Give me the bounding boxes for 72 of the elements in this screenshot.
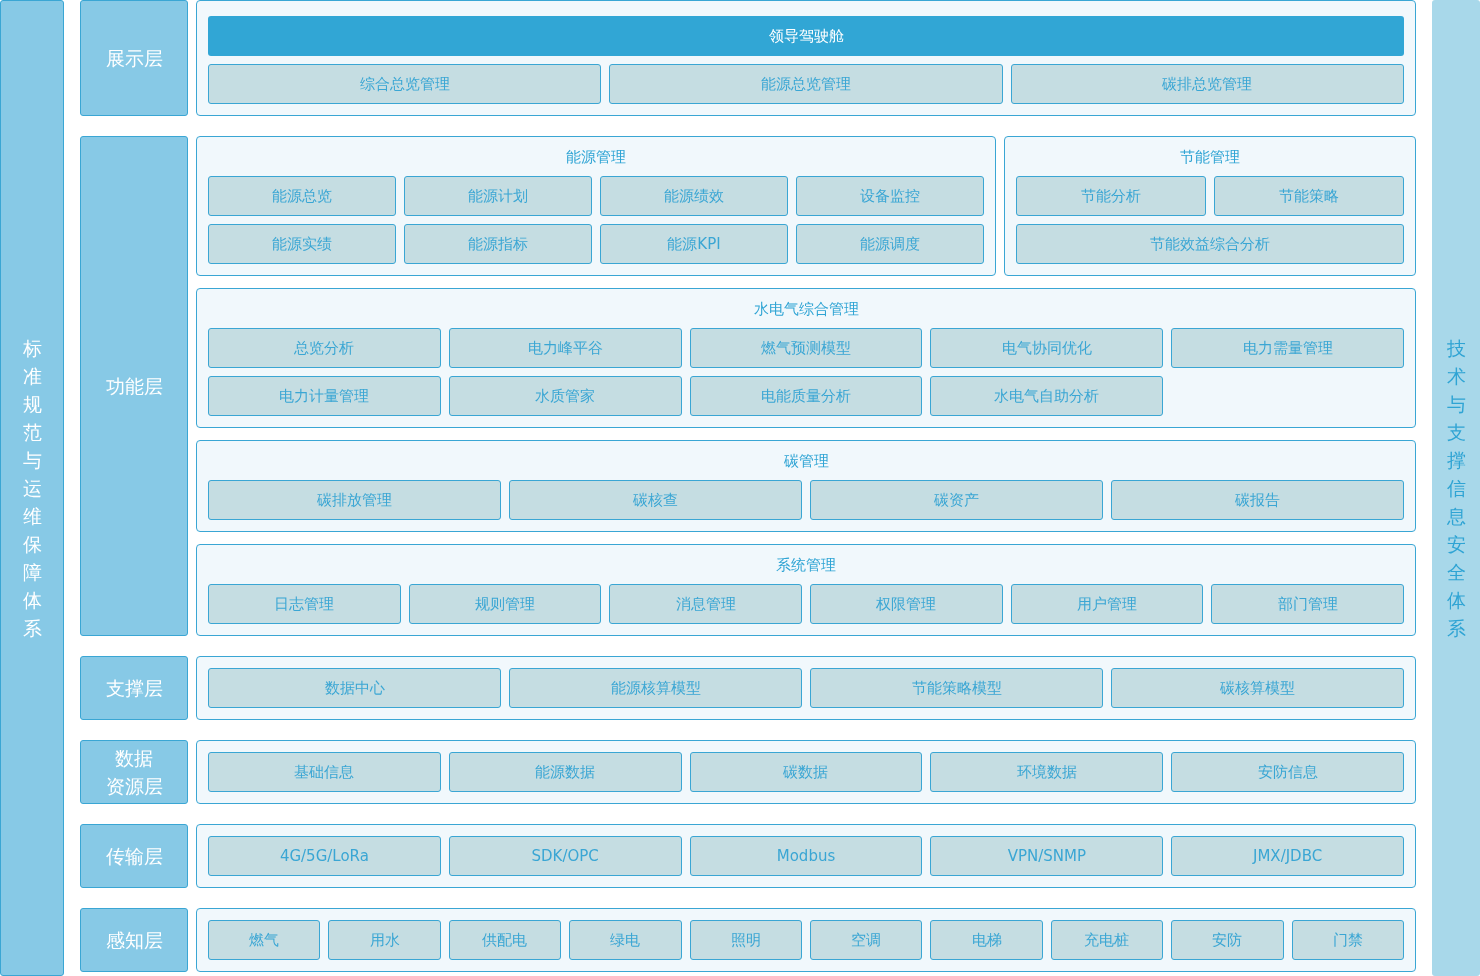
module-tile: 基础信息 bbox=[208, 752, 441, 792]
layer-label: 资源层 bbox=[105, 774, 163, 799]
module-tile: 能源总览管理 bbox=[609, 64, 1003, 104]
module-tile: 能源核算模型 bbox=[509, 668, 802, 708]
module-tile: 供配电 bbox=[448, 920, 562, 960]
module-tile: 规则管理 bbox=[408, 584, 602, 624]
module-tile: 用水 bbox=[328, 920, 441, 960]
module-tile: 安防 bbox=[1171, 920, 1284, 960]
layer-label: 支撑层 bbox=[105, 676, 163, 701]
module-tile: 照明 bbox=[689, 920, 802, 960]
module-tile: JMX/JDBC bbox=[1171, 836, 1404, 876]
layer-label: 展示层 bbox=[105, 46, 163, 71]
module-tile: SDK/OPC bbox=[448, 836, 682, 876]
layer-label: 数据 bbox=[115, 746, 153, 771]
module-tile: 节能分析 bbox=[1016, 176, 1206, 216]
module-tile: 数据中心 bbox=[208, 668, 501, 708]
module-tile: 能源绩效 bbox=[600, 176, 788, 216]
module-tile: 总览分析 bbox=[208, 328, 441, 368]
module-tile: 能源实绩 bbox=[208, 224, 396, 264]
module-tile: 电力需量管理 bbox=[1171, 328, 1404, 368]
side-pillar: 技术与支撑信息安全体系 bbox=[1432, 0, 1480, 976]
module-tile: 绿电 bbox=[569, 920, 682, 960]
module-tile: 4G/5G/LoRa bbox=[208, 836, 441, 876]
module-tile: 能源数据 bbox=[448, 752, 682, 792]
module-tile: 碳排放管理 bbox=[208, 480, 501, 520]
layer-label: 感知层 bbox=[105, 928, 163, 953]
module-tile: 电能质量分析 bbox=[689, 376, 923, 416]
module-tile: 碳核算模型 bbox=[1111, 668, 1404, 708]
module-tile: 用户管理 bbox=[1010, 584, 1204, 624]
panel-title: 节能管理 bbox=[1180, 148, 1240, 166]
module-tile: 电气协同优化 bbox=[930, 328, 1164, 368]
module-tile: 门禁 bbox=[1291, 920, 1404, 960]
module-tile: 电梯 bbox=[930, 920, 1043, 960]
banner-bar: 领导驾驶舱 bbox=[208, 16, 1404, 56]
layer-label: 传输层 bbox=[105, 844, 163, 869]
module-tile: 碳核查 bbox=[509, 480, 802, 520]
module-tile: 能源总览 bbox=[208, 176, 396, 216]
module-tile: 安防信息 bbox=[1171, 752, 1404, 792]
module-tile: 设备监控 bbox=[796, 176, 984, 216]
layer-label: 功能层 bbox=[105, 374, 163, 399]
module-tile: 碳数据 bbox=[689, 752, 923, 792]
module-tile: 碳报告 bbox=[1111, 480, 1404, 520]
module-tile: 水电气自助分析 bbox=[930, 376, 1164, 416]
side-pillar: 标准规范与运维保障体系 bbox=[0, 0, 64, 976]
module-tile: Modbus bbox=[689, 836, 923, 876]
module-tile: 节能效益综合分析 bbox=[1016, 224, 1404, 264]
module-tile: 能源指标 bbox=[404, 224, 592, 264]
module-tile: VPN/SNMP bbox=[930, 836, 1164, 876]
module-tile: 消息管理 bbox=[609, 584, 802, 624]
module-tile: 电力峰平谷 bbox=[448, 328, 682, 368]
module-tile: 综合总览管理 bbox=[208, 64, 602, 104]
module-tile: 权限管理 bbox=[810, 584, 1003, 624]
panel-title: 能源管理 bbox=[566, 148, 626, 166]
module-tile: 空调 bbox=[810, 920, 923, 960]
module-tile: 能源计划 bbox=[404, 176, 592, 216]
module-tile: 碳排总览管理 bbox=[1010, 64, 1404, 104]
module-tile: 水质管家 bbox=[448, 376, 682, 416]
module-tile: 能源调度 bbox=[796, 224, 984, 264]
module-tile: 碳资产 bbox=[810, 480, 1103, 520]
module-tile: 燃气 bbox=[208, 920, 321, 960]
module-tile: 日志管理 bbox=[208, 584, 401, 624]
module-tile: 燃气预测模型 bbox=[689, 328, 923, 368]
panel-title: 系统管理 bbox=[776, 556, 836, 574]
module-tile: 能源KPI bbox=[600, 224, 788, 264]
module-tile: 节能策略 bbox=[1214, 176, 1404, 216]
module-tile: 电力计量管理 bbox=[208, 376, 441, 416]
panel-title: 碳管理 bbox=[783, 452, 829, 470]
panel-title: 水电气综合管理 bbox=[753, 300, 859, 318]
module-tile: 节能策略模型 bbox=[810, 668, 1103, 708]
module-tile: 环境数据 bbox=[930, 752, 1164, 792]
module-tile: 充电桩 bbox=[1050, 920, 1164, 960]
module-tile: 部门管理 bbox=[1211, 584, 1404, 624]
